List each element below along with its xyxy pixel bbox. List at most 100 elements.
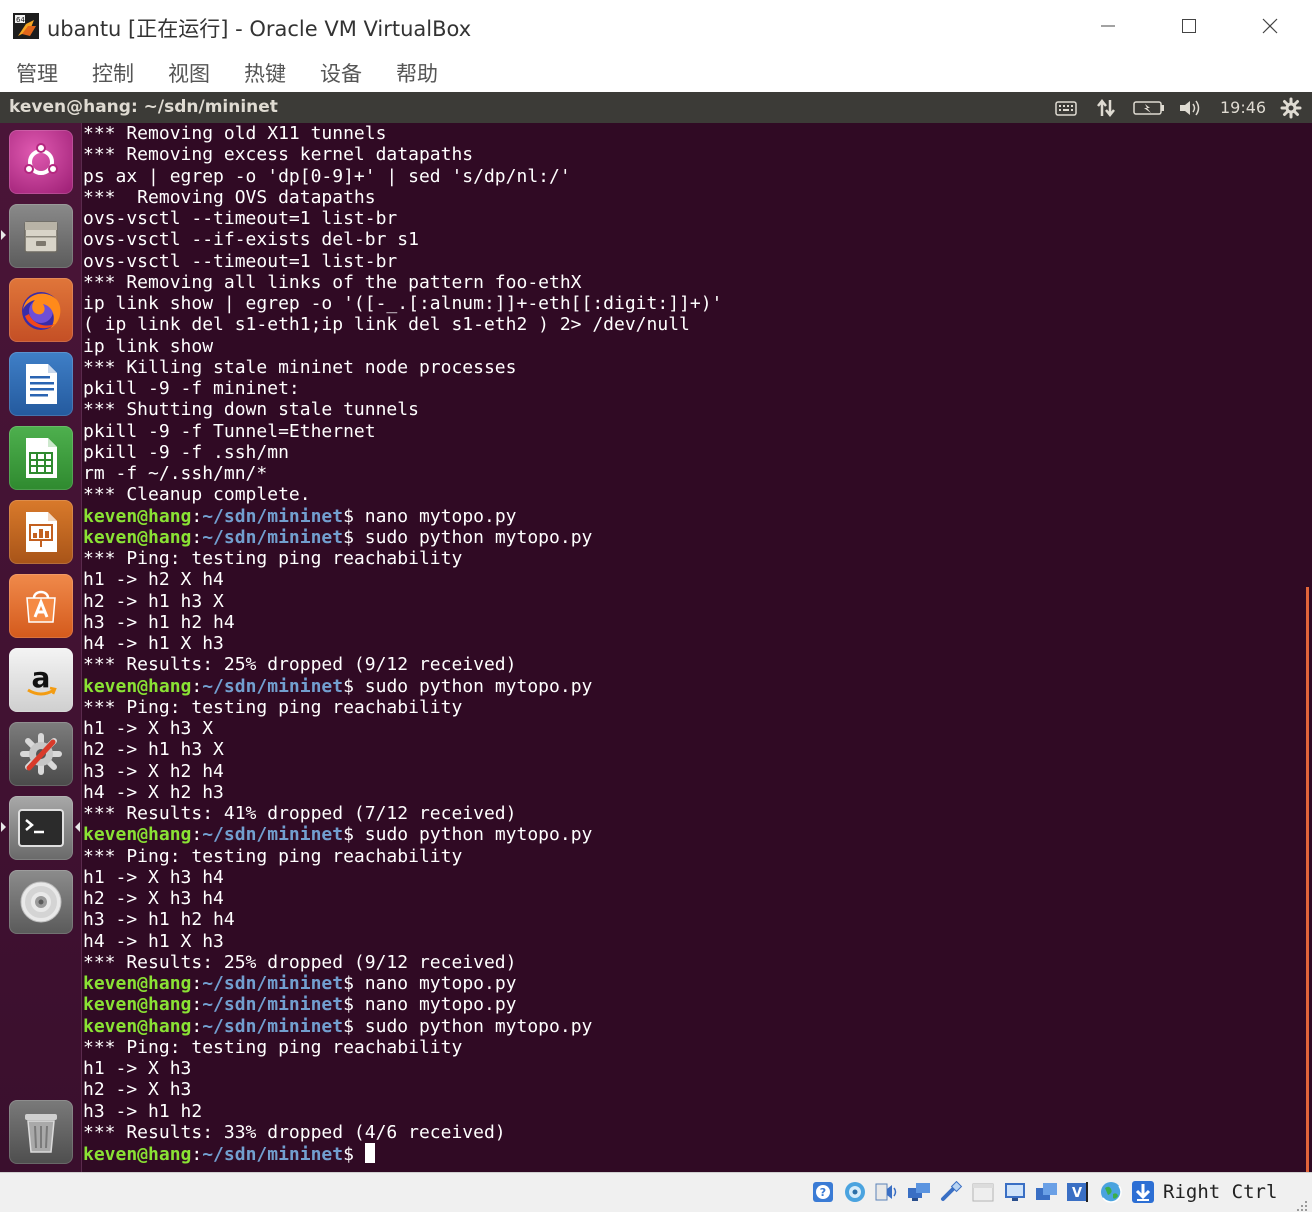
terminal-output-line: h1 -> X h3 X: [83, 718, 214, 739]
launcher-ubuntu-dash[interactable]: [9, 130, 73, 194]
terminal-output-line: h4 -> X h2 h3: [83, 781, 224, 803]
terminal-output-line: *** Ping: testing ping reachability: [83, 1036, 463, 1058]
terminal-command-line: keven@hang:~/sdn/mininet$ nano mytopo.py: [83, 506, 517, 527]
terminal-output-line: ovs-vsctl --timeout=1 list-br: [83, 208, 398, 229]
battery-icon[interactable]: [1132, 96, 1166, 120]
launcher-files[interactable]: [9, 204, 73, 268]
prompt-user: keven@hang: [83, 675, 192, 697]
menu-devices[interactable]: 设备: [320, 58, 362, 88]
prompt-separator: :: [191, 973, 203, 994]
menu-view[interactable]: 视图: [168, 58, 210, 88]
prompt-user: keven@hang: [83, 973, 192, 994]
prompt-path: ~/sdn/mininet: [202, 1015, 344, 1037]
close-button[interactable]: [1250, 6, 1290, 46]
prompt-symbol: $: [343, 973, 354, 994]
prompt-path: ~/sdn/mininet: [202, 1144, 344, 1165]
gear-icon[interactable]: [1278, 96, 1304, 120]
virtualbox-app-icon[interactable]: 64: [12, 12, 40, 40]
prompt-symbol: $: [343, 1144, 354, 1165]
terminal-command-line: keven@hang:~/sdn/mininet$ sudo python my…: [83, 676, 592, 697]
menu-hotkeys[interactable]: 热键: [244, 58, 286, 88]
terminal-output-line: h1 -> X h3 h4: [83, 866, 224, 888]
terminal-output-line: *** Results: 25% dropped (9/12 received): [83, 654, 517, 676]
terminal-output[interactable]: *** Removing old X11 tunnels *** Removing…: [83, 123, 1303, 1172]
terminal-output-line: h1 -> X h3: [83, 1058, 192, 1079]
launcher-libreoffice-impress[interactable]: [9, 500, 73, 564]
prompt-user: keven@hang: [83, 505, 192, 527]
terminal-output-line: h3 -> X h2 h4: [83, 760, 224, 782]
optical-disk-icon[interactable]: [843, 1180, 867, 1204]
terminal-output-line: *** Ping: testing ping reachability: [83, 548, 463, 569]
terminal-output-line: *** Removing all links of the pattern fo…: [83, 271, 582, 293]
vbox-status-bar: ? V Right Ctrl: [0, 1172, 1312, 1212]
command-text: nano mytopo.py: [353, 994, 517, 1016]
prompt-separator: :: [191, 994, 203, 1016]
terminal-output-line: ovs-vsctl --timeout=1 list-br: [83, 250, 398, 272]
launcher-running-indicator: [1, 230, 6, 240]
terminal-output-line: *** Results: 25% dropped (9/12 received): [83, 951, 517, 973]
terminal-output-line: rm -f ~/.ssh/mn/*: [83, 463, 268, 484]
help-icon[interactable]: ?: [811, 1180, 835, 1204]
launcher-libreoffice-writer[interactable]: [9, 352, 73, 416]
network-arrows-icon[interactable]: [1093, 96, 1119, 120]
vbox-icon[interactable]: V: [1065, 1180, 1089, 1204]
minimize-button[interactable]: [1088, 6, 1128, 46]
ubuntu-top-panel: keven@hang: ~/sdn/mininet 19:46: [0, 92, 1312, 123]
terminal-command-line: keven@hang:~/sdn/mininet$ nano mytopo.py: [83, 994, 517, 1015]
launcher-trash[interactable]: [9, 1100, 73, 1164]
prompt-path: ~/sdn/mininet: [202, 994, 344, 1016]
shared-folder-icon[interactable]: [971, 1180, 995, 1204]
launcher-dvd[interactable]: [9, 870, 73, 934]
volume-icon[interactable]: [1177, 96, 1205, 120]
maximize-button[interactable]: [1169, 6, 1209, 46]
usb-icon[interactable]: [939, 1180, 963, 1204]
terminal-output-line: *** Ping: testing ping reachability: [83, 845, 463, 867]
download-arrow-icon[interactable]: [1131, 1180, 1155, 1204]
network-icon[interactable]: [907, 1180, 931, 1204]
prompt-path: ~/sdn/mininet: [202, 505, 344, 527]
video-capture-icon[interactable]: [1035, 1180, 1059, 1204]
prompt-symbol: $: [343, 1015, 354, 1037]
terminal-output-line: pkill -9 -f .ssh/mn: [83, 441, 289, 463]
window-title: ubantu [正在运行] - Oracle VM VirtualBox: [47, 17, 472, 41]
display-icon[interactable]: [1003, 1180, 1027, 1204]
prompt-symbol: $: [343, 824, 354, 846]
prompt-path: ~/sdn/mininet: [202, 973, 344, 994]
svg-text:a: a: [32, 661, 51, 694]
launcher-software-center[interactable]: [9, 574, 73, 638]
resize-grip[interactable]: [1296, 1197, 1308, 1211]
launcher-firefox[interactable]: [9, 278, 73, 342]
launcher-amazon[interactable]: a: [9, 648, 73, 712]
audio-icon[interactable]: [875, 1180, 899, 1204]
terminal-output-line: h2 -> h1 h3 X: [83, 739, 224, 761]
guest-display[interactable]: keven@hang: ~/sdn/mininet 19:46 a *** Re…: [0, 92, 1312, 1172]
globe-icon[interactable]: [1099, 1180, 1123, 1204]
menu-manage[interactable]: 管理: [16, 58, 58, 88]
prompt-symbol: $: [343, 994, 354, 1016]
terminal-output-line: ovs-vsctl --if-exists del-br s1: [83, 229, 419, 251]
prompt-path: ~/sdn/mininet: [202, 675, 344, 697]
terminal-command-line: keven@hang:~/sdn/mininet$ sudo python my…: [83, 1016, 592, 1037]
menu-help[interactable]: 帮助: [396, 58, 438, 88]
menu-control[interactable]: 控制: [92, 58, 134, 88]
terminal-output-line: ( ip link del s1-eth1;ip link del s1-eth…: [83, 314, 690, 336]
terminal-output-line: ip link show | egrep -o '([-_.[:alnum:]]…: [83, 293, 723, 314]
launcher-terminal[interactable]: [9, 796, 73, 860]
launcher-active-indicator: [75, 822, 80, 832]
terminal-command-line: keven@hang:~/sdn/mininet$: [83, 1143, 375, 1165]
terminal-output-line: *** Removing OVS datapaths: [83, 186, 376, 208]
terminal-output-line: h2 -> X h3: [83, 1079, 192, 1101]
svg-text:?: ?: [820, 1186, 826, 1199]
window-titlebar: 64 ubantu [正在运行] - Oracle VM VirtualBox: [0, 0, 1312, 52]
prompt-separator: :: [191, 824, 203, 846]
terminal-cursor: [364, 1143, 375, 1163]
launcher-libreoffice-calc[interactable]: [9, 426, 73, 490]
prompt-symbol: $: [343, 675, 354, 697]
launcher-system-settings[interactable]: [9, 722, 73, 786]
terminal-window-title: keven@hang: ~/sdn/mininet: [9, 97, 278, 117]
keyboard-icon[interactable]: [1053, 96, 1079, 120]
terminal-output-line: *** Results: 33% dropped (4/6 received): [83, 1121, 506, 1143]
prompt-symbol: $: [343, 526, 354, 548]
clock[interactable]: 19:46: [1220, 98, 1266, 117]
terminal-scrollbar[interactable]: [1306, 587, 1309, 1172]
